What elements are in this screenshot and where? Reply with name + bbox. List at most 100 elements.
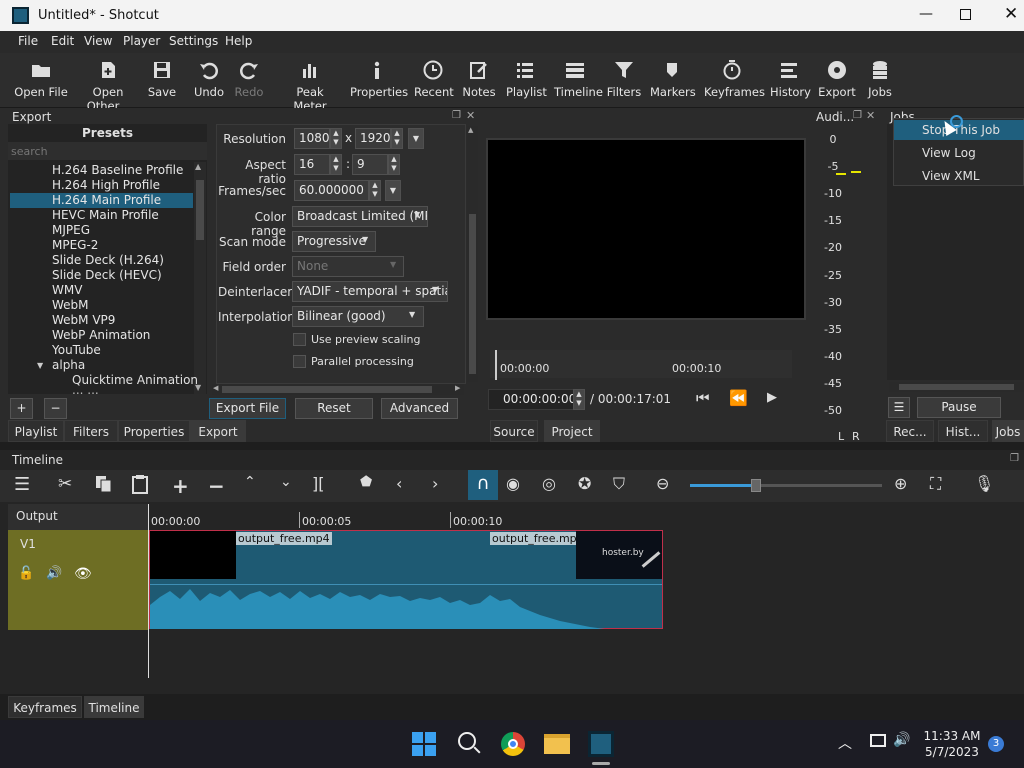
jobs-button[interactable]: Jobs [864,57,896,105]
panel-float-icon[interactable]: ❐ [452,110,461,121]
remove-minus-icon[interactable]: − [208,474,232,498]
fps-field[interactable]: 60.000000 [294,180,369,201]
view-log-menu-item[interactable]: View Log [922,146,976,160]
remove-preset-button[interactable]: − [44,398,67,419]
file-explorer-icon[interactable] [544,734,570,754]
markers-button[interactable]: Markers [650,57,696,105]
scrollbar-thumb[interactable] [196,180,204,240]
preset-item[interactable]: WebM VP9 [10,313,193,328]
notification-badge[interactable]: 3 [988,736,1004,752]
playlist-button[interactable]: Playlist [506,57,547,105]
presets-scrollbar[interactable]: ▲ ▼ [194,162,206,394]
tab-project[interactable]: Project [544,420,600,442]
tab-properties[interactable]: Properties [118,420,190,442]
audio-panel-float-icon[interactable]: ❐ [853,110,862,121]
minimize-button[interactable]: — [914,6,938,24]
zoom-fit-icon[interactable]: ⛶ [930,474,954,498]
tab-playlist[interactable]: Playlist [8,420,64,442]
pause-button[interactable]: Pause [917,397,1001,418]
timeline-float-icon[interactable]: ❐ [1010,453,1019,464]
tab-jobs[interactable]: Jobs [992,420,1024,442]
settings-vscrollbar[interactable]: ▲ [467,126,478,382]
preset-item[interactable]: MPEG-2 [10,238,193,253]
fps-spinner[interactable]: ▲ ▼ [369,180,381,201]
tab-export[interactable]: Export [190,420,246,442]
jobs-hscrollbar[interactable] [889,382,1024,392]
snap-magnet-icon[interactable]: ∩ [468,470,498,500]
overwrite-down-icon[interactable]: ⌄ [280,474,304,498]
lift-up-icon[interactable]: ⌃ [244,474,268,498]
chrome-icon[interactable] [501,732,525,756]
marker-add-icon[interactable]: ⬟ [360,474,384,498]
parallel-processing-checkbox[interactable] [293,355,306,368]
field-order-select[interactable]: None [292,256,404,277]
split-icon[interactable]: ][ [312,474,336,498]
preset-item[interactable]: WMV [10,283,193,298]
aspect-width-spinner[interactable]: ▲ ▼ [330,154,342,175]
player-timecode-field[interactable]: 00:00:00:00 [488,389,576,410]
menu-view[interactable]: View [84,34,112,48]
next-marker-icon[interactable]: › [432,474,456,498]
preset-item[interactable]: H.264 High Profile [10,178,193,193]
record-audio-mic-icon[interactable]: 🎙 [974,474,998,498]
scrollbar-up-arrow-icon[interactable]: ▲ [195,162,201,171]
zoom-slider[interactable] [690,479,882,492]
export-button[interactable]: Export [818,57,856,105]
filters-button[interactable]: Filters [606,57,642,105]
fps-dropdown-button[interactable]: ▼ [385,180,401,201]
notes-button[interactable]: Notes [462,57,496,105]
menu-settings[interactable]: Settings [169,34,218,48]
volume-icon[interactable]: 🔊 [893,732,910,748]
paste-clipboard-icon[interactable] [130,474,154,498]
timeline-menu-icon[interactable]: ☰ [14,474,38,498]
settings-scroll-up-icon[interactable]: ▲ [468,126,473,134]
resolution-height-spinner[interactable]: ▲ ▼ [391,128,403,149]
export-file-button[interactable]: Export File [209,398,286,419]
interpolation-select[interactable]: Bilinear (good) [292,306,424,327]
player-playhead[interactable] [495,350,497,380]
reset-button[interactable]: Reset [295,398,373,419]
append-plus-icon[interactable]: + [172,474,196,498]
keyframes-button[interactable]: Keyframes [704,57,765,105]
shotcut-taskbar-icon[interactable] [588,731,614,757]
open-file-button[interactable]: Open File [14,57,68,105]
settings-scroll-right-icon[interactable]: ▶ [455,384,460,392]
aspect-height-spinner[interactable]: ▲ ▼ [388,154,400,175]
menu-file[interactable]: File [18,34,38,48]
ripple-all-icon[interactable]: ✪ [578,474,602,498]
ripple-markers-icon[interactable]: ⛉ [613,474,637,498]
clock-date[interactable]: 5/7/2023 [922,745,982,759]
network-icon[interactable] [870,734,886,747]
preset-group-arrow-icon[interactable]: ▼ [37,361,43,370]
preset-item[interactable]: WebP Animation [10,328,193,343]
preset-item[interactable]: WebM [10,298,193,313]
zoom-slider-handle[interactable] [751,479,761,492]
deinterlacer-select[interactable]: YADIF - temporal + spatial [292,281,448,302]
resolution-width-field[interactable]: 1080 [294,128,330,149]
tab-filters[interactable]: Filters [64,420,118,442]
timeline-button[interactable]: Timeline [554,57,603,105]
previous-marker-icon[interactable]: ‹ [396,474,420,498]
resolution-height-field[interactable]: 1920 [355,128,391,149]
player-timecode-spinner[interactable]: ▲ ▼ [573,389,585,410]
presets-search-input[interactable] [8,142,207,160]
use-preview-scaling-checkbox[interactable] [293,333,306,346]
resolution-width-spinner[interactable]: ▲ ▼ [330,128,342,149]
cut-scissors-icon[interactable]: ✂ [58,474,82,498]
add-preset-button[interactable]: + [10,398,33,419]
audio-panel-close-icon[interactable]: ✕ [866,109,875,122]
play-icon[interactable]: ▶ [767,390,777,405]
color-range-select[interactable]: Broadcast Limited (MPE [292,206,428,227]
history-button[interactable]: History [770,57,811,105]
timeline-ruler[interactable] [148,504,1024,530]
settings-scroll-left-icon[interactable]: ◀ [213,384,218,392]
preset-item[interactable]: MJPEG [10,223,193,238]
mute-speaker-icon[interactable]: 🔊 [46,566,62,581]
tab-timeline[interactable]: Timeline [84,696,144,718]
clock-time[interactable]: 11:33 AM [922,729,982,743]
preset-item[interactable]: H.264 Main Profile [10,193,193,208]
settings-hscroll-thumb[interactable] [222,386,432,393]
timeline-playhead[interactable] [148,504,149,678]
tab-recent[interactable]: Rec... [886,420,934,442]
zoom-in-icon[interactable]: ⊕ [894,474,918,498]
